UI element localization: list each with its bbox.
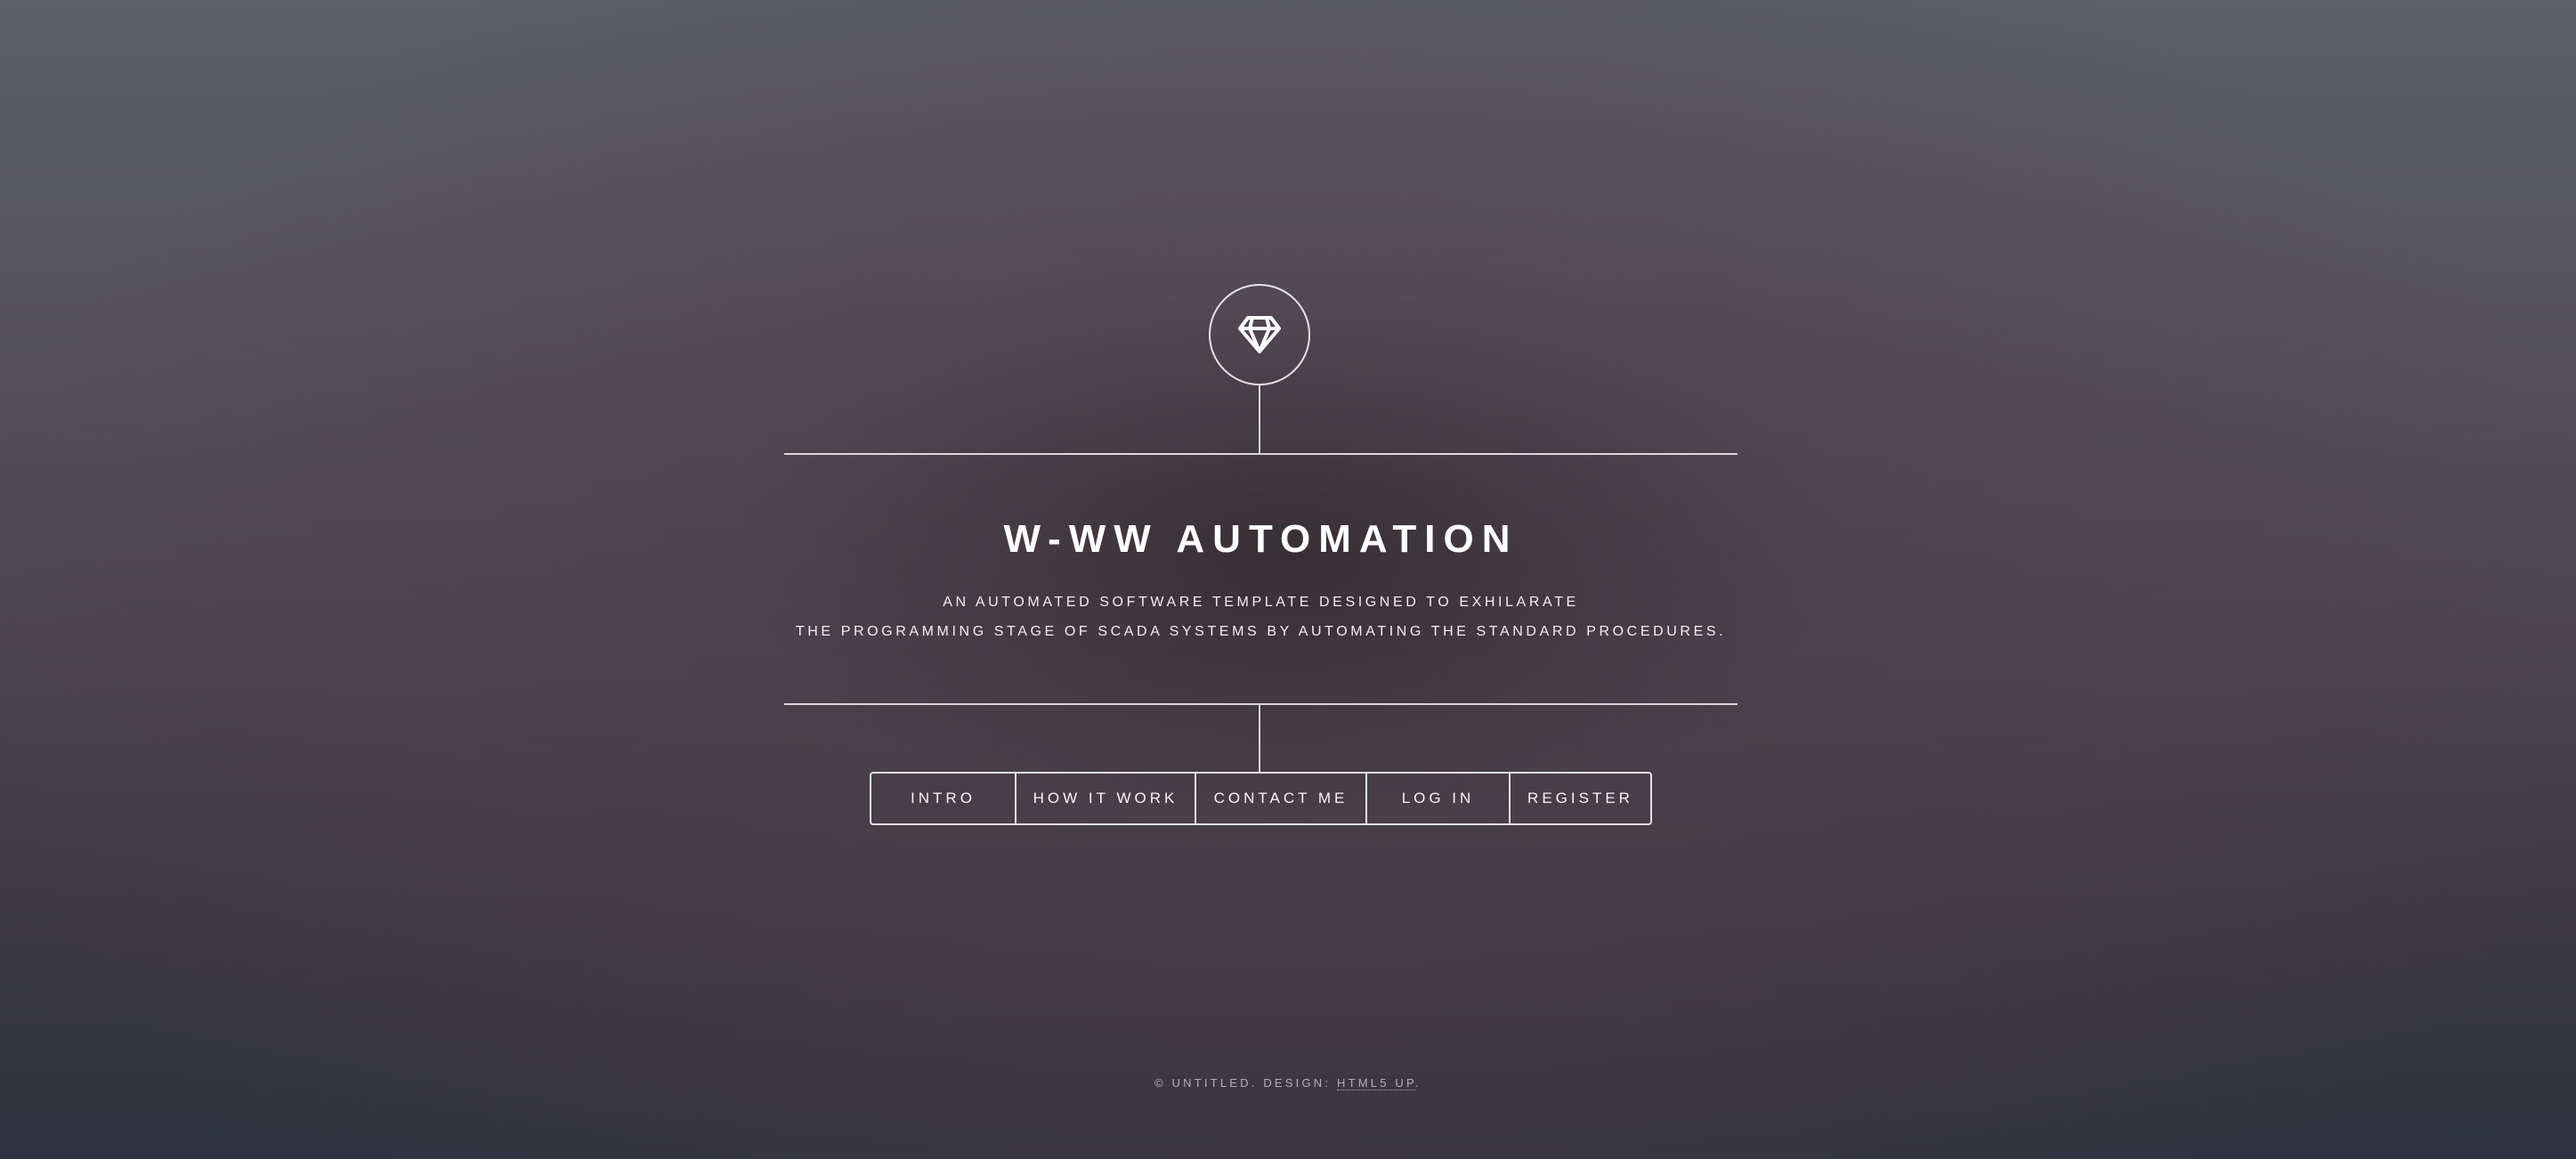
connector-line-bottom <box>1259 705 1260 773</box>
nav-item-log-in[interactable]: LOG IN <box>1365 774 1509 823</box>
footer-suffix: . <box>1415 1076 1422 1090</box>
nav-item-how-it-work[interactable]: HOW IT WORK <box>1015 774 1195 823</box>
tagline-line-2: THE PROGRAMMING STAGE OF SCADA SYSTEMS B… <box>795 624 1727 639</box>
footer-copyright: © UNTITLED. DESIGN: <box>1154 1076 1337 1090</box>
logo <box>1209 284 1310 385</box>
nav-item-contact-me[interactable]: CONTACT ME <box>1195 774 1365 823</box>
footer: © UNTITLED. DESIGN: HTML5 UP. <box>0 1076 2576 1090</box>
main-nav: INTRO HOW IT WORK CONTACT ME LOG IN REGI… <box>870 772 1652 825</box>
divider-top <box>784 453 1738 455</box>
diamond-icon <box>1238 316 1281 353</box>
divider-bottom <box>784 703 1738 705</box>
connector-line-top <box>1259 385 1260 454</box>
page-title: W-WW AUTOMATION <box>1003 517 1519 561</box>
tagline-line-1: AN AUTOMATED SOFTWARE TEMPLATE DESIGNED … <box>943 595 1579 610</box>
nav-item-intro[interactable]: INTRO <box>871 774 1015 823</box>
footer-design-link[interactable]: HTML5 UP <box>1337 1076 1416 1090</box>
nav-item-register[interactable]: REGISTER <box>1509 774 1650 823</box>
